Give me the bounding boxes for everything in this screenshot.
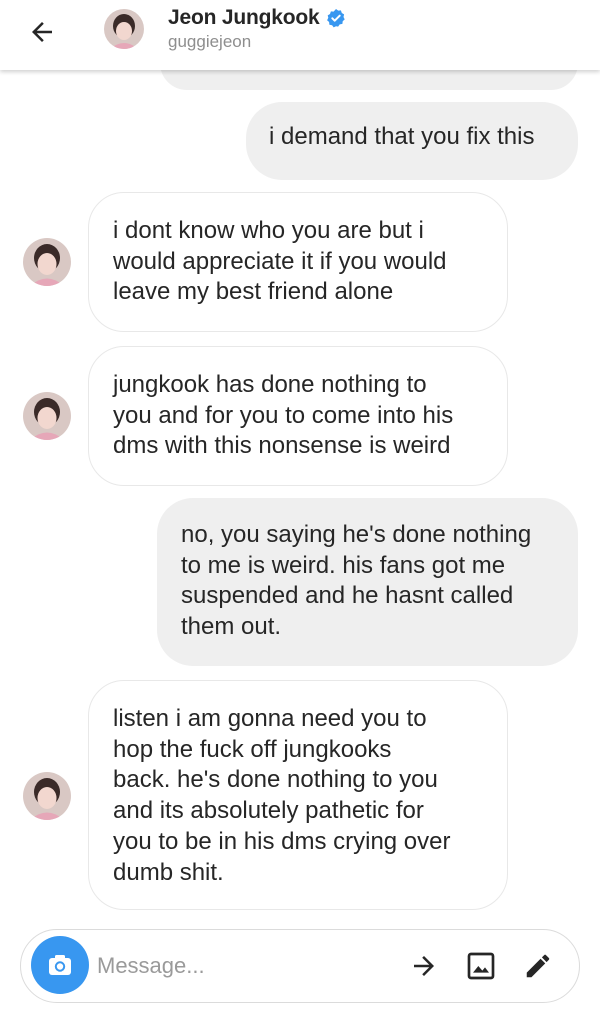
back-button[interactable] <box>22 12 62 52</box>
message-bubble-partial <box>160 70 578 90</box>
avatar[interactable] <box>104 9 144 49</box>
camera-icon <box>49 955 71 975</box>
pencil-icon <box>526 954 550 978</box>
arrow-left-icon <box>32 22 52 42</box>
contact-name-row[interactable]: Jeon Jungkook <box>168 5 346 31</box>
message-composer <box>20 929 580 1003</box>
profile-photo <box>23 772 71 820</box>
message-bubble-sent[interactable]: i demand that you fix this <box>246 102 578 180</box>
contact-name: Jeon Jungkook <box>168 6 320 29</box>
message-bubble-received[interactable]: i dont know who you are but i would appr… <box>88 192 508 332</box>
profile-photo <box>104 9 144 49</box>
verified-badge-icon <box>326 8 346 28</box>
image-icon <box>467 952 495 980</box>
profile-photo <box>23 392 71 440</box>
message-input[interactable] <box>97 944 367 988</box>
gallery-button[interactable] <box>464 949 498 983</box>
chat-header: Jeon Jungkook guggiejeon <box>0 0 600 70</box>
avatar[interactable] <box>23 772 71 820</box>
draw-button[interactable] <box>521 949 555 983</box>
message-bubble-received[interactable]: jungkook has done nothing to you and for… <box>88 346 508 486</box>
send-button[interactable] <box>407 949 441 983</box>
arrow-right-icon <box>414 956 434 976</box>
message-bubble-received[interactable]: listen i am gonna need you to hop the fu… <box>88 680 508 910</box>
avatar[interactable] <box>23 238 71 286</box>
camera-button[interactable] <box>31 936 89 994</box>
contact-username: guggiejeon <box>168 32 252 51</box>
profile-photo <box>23 238 71 286</box>
message-bubble-sent[interactable]: no, you saying he's done nothing to me i… <box>157 498 578 666</box>
message-thread[interactable]: i demand that you fix this i dont know w… <box>0 70 600 928</box>
avatar[interactable] <box>23 392 71 440</box>
